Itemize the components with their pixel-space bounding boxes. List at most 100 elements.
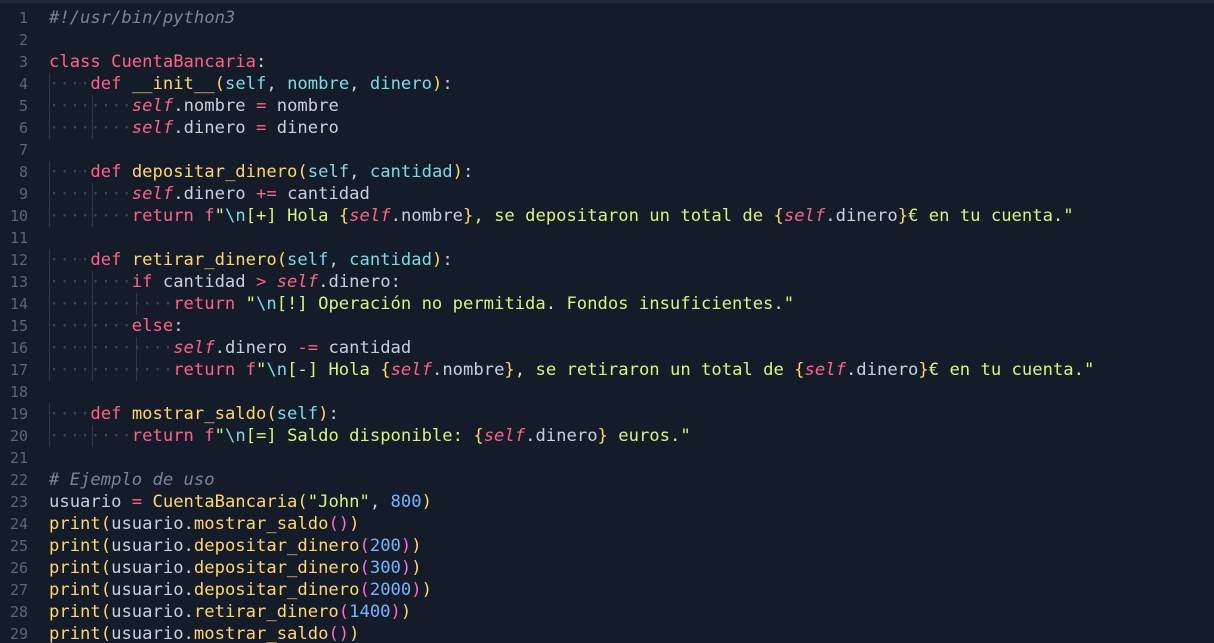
indent-whitespace: ············	[49, 338, 174, 358]
code-token: :	[442, 250, 453, 270]
code-line[interactable]: 10 ········return f"\n[+] Hola {self.nomb…	[0, 205, 1214, 227]
code-text: ········if cantidad > self.dinero:	[49, 271, 401, 293]
line-number: 16	[9, 339, 28, 357]
code-line[interactable]: 27 print(usuario.depositar_dinero(2000))	[0, 579, 1214, 601]
code-token: ()	[328, 514, 350, 534]
indent-whitespace: ····	[49, 250, 91, 270]
code-line[interactable]: 2	[0, 29, 1214, 51]
code-token: self	[287, 250, 329, 270]
code-token: CuentaBancaria	[111, 52, 256, 72]
line-number: 9	[18, 185, 28, 203]
code-token: )	[421, 492, 432, 512]
code-token: depositar_dinero	[193, 580, 360, 600]
code-line[interactable]: 15 ········else:	[0, 315, 1214, 337]
code-token: dinero	[266, 118, 339, 138]
code-line[interactable]: 28 print(usuario.retirar_dinero(1400))	[0, 601, 1214, 623]
code-line[interactable]: 5 ········self.nombre = nombre	[0, 95, 1214, 117]
code-token: (	[338, 602, 350, 622]
code-text: print(usuario.depositar_dinero(300))	[49, 557, 422, 579]
code-token: depositar_dinero	[193, 536, 360, 556]
code-token: usuario	[111, 602, 184, 622]
line-number: 20	[9, 427, 28, 445]
indent-whitespace: ········	[49, 118, 132, 138]
code-text: ····def retirar_dinero(self, cantidad):	[49, 249, 453, 271]
code-token: dinero	[856, 360, 919, 380]
code-token: self	[349, 206, 391, 226]
code-token: [+] Hola	[245, 206, 339, 226]
indent-whitespace: ········	[49, 206, 132, 226]
code-line[interactable]: 9 ········self.dinero += cantidad	[0, 183, 1214, 205]
code-token: self	[307, 162, 350, 182]
line-number: 4	[18, 75, 28, 93]
code-token: (	[276, 250, 288, 270]
code-token: print	[49, 536, 101, 556]
code-token: def	[90, 162, 122, 182]
code-token: self	[390, 360, 432, 380]
line-number: 23	[9, 493, 28, 511]
code-text: ············self.dinero -= cantidad	[49, 337, 411, 359]
code-line[interactable]: 14 ············return "\n[!] Operación no…	[0, 293, 1214, 315]
code-text: #!/usr/bin/python3	[49, 7, 235, 29]
code-token: ,	[328, 250, 350, 270]
code-line[interactable]: 3 class CuentaBancaria:	[0, 51, 1214, 73]
code-token: cantidad	[369, 162, 453, 182]
code-line[interactable]: 16 ············self.dinero -= cantidad	[0, 337, 1214, 359]
code-line[interactable]: 8 ····def depositar_dinero(self, cantidad…	[0, 161, 1214, 183]
code-text: ····def depositar_dinero(self, cantidad)…	[49, 161, 473, 183]
code-line[interactable]: 23 usuario = CuentaBancaria("John", 800)	[0, 491, 1214, 513]
indent-whitespace: ········	[49, 96, 132, 116]
code-line[interactable]: 18	[0, 381, 1214, 403]
code-token: :	[442, 74, 453, 94]
code-token: depositar_dinero	[193, 558, 360, 578]
code-token: ,	[266, 74, 288, 94]
code-token: \n	[256, 294, 277, 314]
code-token: {	[794, 360, 805, 380]
code-line[interactable]: 25 print(usuario.depositar_dinero(200))	[0, 535, 1214, 557]
code-line[interactable]: 17 ············return f"\n[-] Hola {self.…	[0, 359, 1214, 381]
code-token: (	[297, 162, 308, 182]
code-line[interactable]: 20 ········return f"\n[=] Saldo disponibl…	[0, 425, 1214, 447]
code-line[interactable]: 19 ····def mostrar_saldo(self):	[0, 403, 1214, 425]
code-token: }	[504, 360, 515, 380]
code-line[interactable]: 22 # Ejemplo de uso	[0, 469, 1214, 491]
line-number: 26	[9, 559, 28, 577]
code-token: dinero	[835, 206, 898, 226]
code-token: print	[49, 558, 101, 578]
code-line[interactable]: 6 ········self.dinero = dinero	[0, 117, 1214, 139]
code-line[interactable]: 13 ········if cantidad > self.dinero:	[0, 271, 1214, 293]
code-editor[interactable]: 1 #!/usr/bin/python3 2 3 class CuentaBancari…	[0, 0, 1214, 643]
code-token: € en tu cuenta."	[908, 206, 1074, 226]
code-line[interactable]: 24 print(usuario.mostrar_saldo())	[0, 513, 1214, 535]
code-token: 800	[390, 492, 422, 512]
code-token: "	[214, 206, 225, 226]
code-line[interactable]: 21	[0, 447, 1214, 469]
code-line[interactable]: 12 ····def retirar_dinero(self, cantidad)…	[0, 249, 1214, 271]
line-number: 19	[9, 405, 28, 423]
code-line[interactable]: 29 print(usuario.mostrar_saldo())	[0, 623, 1214, 643]
code-token: .	[173, 184, 184, 204]
line-number: 8	[18, 163, 28, 181]
code-token: return	[173, 294, 236, 314]
code-token: "John"	[307, 492, 370, 512]
code-text: print(usuario.depositar_dinero(2000))	[49, 579, 432, 601]
code-line[interactable]: 1 #!/usr/bin/python3	[0, 7, 1214, 29]
code-token: "	[256, 360, 267, 380]
code-token: return	[131, 426, 194, 446]
code-token: self	[276, 272, 319, 292]
code-token: def	[90, 74, 122, 94]
code-token: dinero	[183, 118, 246, 138]
code-token: )	[431, 74, 443, 94]
code-line[interactable]: 26 print(usuario.depositar_dinero(300))	[0, 557, 1214, 579]
code-line[interactable]: 4 ····def __init__(self, nombre, dinero):	[0, 73, 1214, 95]
code-token: euros."	[607, 426, 691, 446]
code-line[interactable]: 11	[0, 227, 1214, 249]
indent-whitespace: ········	[49, 426, 132, 446]
code-line[interactable]: 7	[0, 139, 1214, 161]
code-token: (	[100, 536, 112, 556]
code-token: € en tu cuenta."	[928, 360, 1095, 380]
